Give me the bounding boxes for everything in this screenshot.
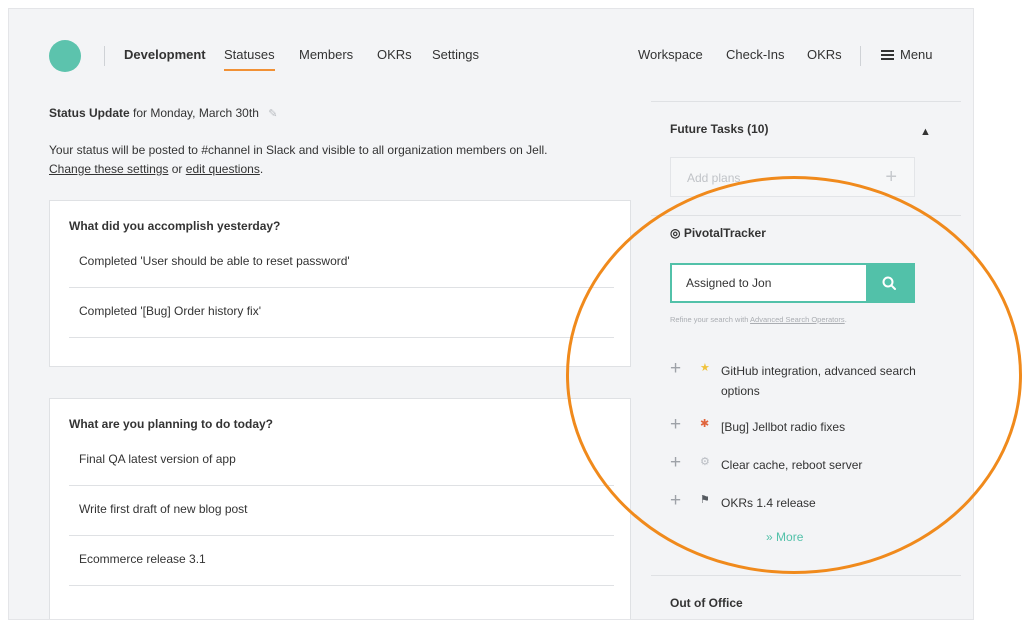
refine-text: Refine your search with [670, 315, 751, 324]
collapse-caret-icon[interactable]: ▲ [920, 126, 931, 138]
list-item[interactable]: Completed 'User should be able to reset … [69, 238, 614, 288]
refine-search-hint: Refine your search with Advanced Search … [670, 315, 847, 324]
star-icon: ★ [700, 362, 710, 374]
task-label: Clear cache, reboot server [721, 458, 863, 472]
search-button[interactable] [866, 265, 913, 301]
pivotaltracker-header: ◎ PivotalTracker [670, 226, 766, 240]
status-info-message: Your status will be posted to #channel i… [49, 143, 548, 157]
yesterday-card: What did you accomplish yesterday? Compl… [49, 200, 631, 367]
double-chevron-down-icon: » [766, 530, 773, 544]
list-item-text: Ecommerce release 3.1 [79, 552, 206, 566]
search-icon [882, 276, 896, 290]
nav-okrs[interactable]: OKRs [807, 47, 842, 62]
status-update-date: for Monday, March 30th [133, 106, 259, 120]
status-update-heading: Status Update for Monday, March 30th ✎ [49, 106, 277, 120]
list-item-text: Write first draft of new blog post [79, 502, 248, 516]
list-item-text: Completed 'User should be able to reset … [79, 254, 350, 268]
out-of-office-title[interactable]: Out of Office [670, 596, 743, 610]
add-task-plus-icon[interactable]: + [670, 414, 681, 436]
app-frame: Development Statuses Members OKRs Settin… [8, 8, 974, 620]
sidebar-divider [651, 101, 961, 102]
sidebar-divider [651, 575, 961, 576]
yesterday-question: What did you accomplish yesterday? [69, 219, 281, 233]
more-link[interactable]: » More [766, 530, 803, 544]
add-task-plus-icon[interactable]: + [670, 490, 681, 512]
change-settings-link[interactable]: Change these settings [49, 162, 168, 176]
add-task-plus-icon[interactable]: + [670, 358, 681, 380]
info-period: . [259, 162, 264, 176]
plus-icon[interactable]: + [885, 166, 897, 189]
nav-check-ins[interactable]: Check-Ins [726, 47, 785, 62]
task-item: + ✱ [Bug] Jellbot radio fixes [670, 414, 940, 437]
nav-tab-settings[interactable]: Settings [432, 47, 479, 62]
edit-pencil-icon[interactable]: ✎ [268, 107, 277, 120]
advanced-search-operators-link[interactable]: Advanced Search Operators [750, 315, 845, 324]
nav-divider [104, 46, 105, 66]
add-plans-input[interactable]: Add plans + [670, 157, 915, 197]
nav-workspace[interactable]: Workspace [638, 47, 703, 62]
pivotaltracker-name: PivotalTracker [683, 226, 766, 240]
task-item: + ⚑ OKRs 1.4 release [670, 490, 940, 513]
status-update-title: Status Update [49, 106, 130, 120]
nav-divider [860, 46, 861, 66]
nav-tab-okrs[interactable]: OKRs [377, 47, 412, 62]
today-card: What are you planning to do today? Final… [49, 398, 631, 619]
nav-tab-statuses[interactable]: Statuses [224, 47, 275, 71]
sidebar-divider [651, 215, 961, 216]
add-task-plus-icon[interactable]: + [670, 452, 681, 474]
today-question: What are you planning to do today? [69, 417, 273, 431]
status-info-text: Your status will be posted to #channel i… [49, 141, 619, 179]
refine-period: . [844, 315, 847, 324]
task-item: + ★ GitHub integration, advanced search … [670, 358, 940, 401]
org-logo[interactable] [49, 40, 81, 72]
add-plans-placeholder: Add plans [687, 171, 741, 185]
nav-tab-members[interactable]: Members [299, 47, 353, 62]
nav-menu-label[interactable]: Menu [900, 47, 933, 62]
future-tasks-title[interactable]: Future Tasks (10) [670, 122, 768, 136]
list-item-text: Final QA latest version of app [79, 452, 236, 466]
nav-team-name[interactable]: Development [124, 47, 206, 62]
task-label: [Bug] Jellbot radio fixes [721, 420, 846, 434]
pivotal-search-input[interactable] [672, 265, 867, 301]
info-or-text: or [168, 162, 186, 176]
list-item[interactable]: Ecommerce release 3.1 [69, 536, 614, 586]
bug-icon: ✱ [700, 418, 710, 430]
task-label: OKRs 1.4 release [721, 496, 816, 510]
edit-questions-link[interactable]: edit questions [186, 162, 260, 176]
list-item[interactable]: Write first draft of new blog post [69, 486, 614, 536]
sidebar: Future Tasks (10) ▲ Add plans + ◎ Pivota… [651, 101, 961, 619]
list-item[interactable]: Final QA latest version of app [69, 436, 614, 486]
list-item[interactable]: Completed '[Bug] Order history fix' [69, 288, 614, 338]
list-item-text: Completed '[Bug] Order history fix' [79, 304, 261, 318]
pivotaltracker-logo-icon: ◎ [670, 226, 681, 240]
pivotal-search-box [670, 263, 915, 303]
more-label: More [776, 530, 804, 544]
gear-icon: ⚙ [700, 456, 710, 468]
hamburger-menu-icon[interactable] [881, 50, 894, 60]
flag-icon: ⚑ [700, 494, 710, 506]
top-nav: Development Statuses Members OKRs Settin… [9, 9, 973, 101]
task-item: + ⚙ Clear cache, reboot server [670, 452, 940, 475]
task-label: GitHub integration, advanced search opti… [721, 364, 916, 398]
